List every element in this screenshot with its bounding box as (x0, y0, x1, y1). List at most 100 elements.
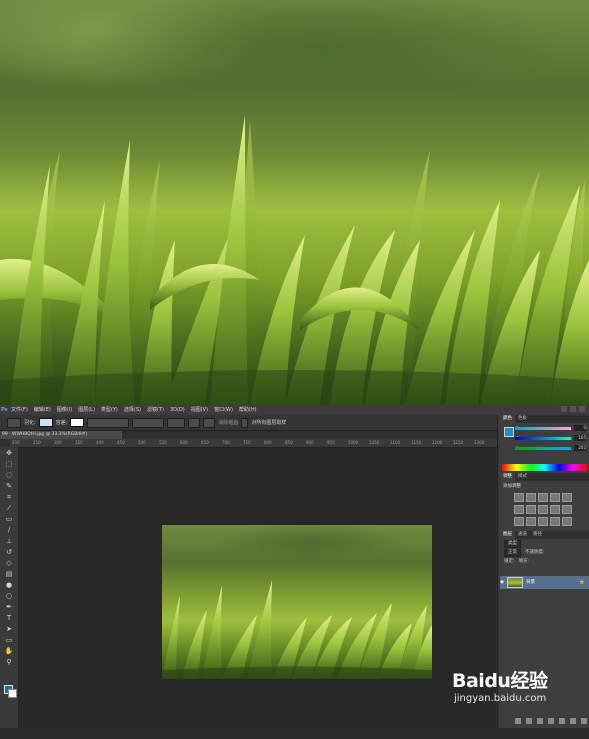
add-mask-icon[interactable] (537, 718, 543, 724)
posterize-icon[interactable] (526, 517, 536, 526)
menu-select[interactable]: 选择(S) (121, 405, 144, 415)
move-tool-icon[interactable]: ✥ (3, 448, 15, 458)
menu-help[interactable]: 帮助(H) (236, 405, 260, 415)
new-fill-icon[interactable] (548, 718, 554, 724)
layer-kind-filter[interactable]: 类型 (504, 539, 521, 548)
tab-channels[interactable]: 通道 (515, 531, 530, 539)
red-slider[interactable] (515, 427, 571, 430)
stroke-swatch[interactable] (70, 418, 85, 427)
document-tab[interactable]: 99 · WWH8QtH.jpg @ 33.3%(RGB/8#) (0, 431, 122, 439)
close-button[interactable] (579, 406, 585, 412)
gradient-map-icon[interactable] (550, 517, 560, 526)
black-white-icon[interactable] (538, 505, 548, 514)
menu-window[interactable]: 窗口(W) (211, 405, 236, 415)
pen-tool-icon[interactable]: ✒ (3, 602, 15, 612)
lock-row: 锁定: 填充: (500, 557, 589, 566)
ruler-tick-label: 550 (159, 440, 167, 445)
sample-all-label: 对所有图层取样 (251, 420, 287, 426)
fill-swatch[interactable] (38, 418, 53, 427)
menu-edit[interactable]: 编辑(E) (31, 405, 54, 415)
ruler-tick-label: 650 (201, 440, 209, 445)
invert-icon[interactable] (514, 517, 524, 526)
blend-mode-select[interactable]: 正常 (504, 548, 521, 557)
dodge-tool-icon[interactable]: ○ (3, 591, 15, 601)
align-button[interactable] (188, 417, 201, 428)
tab-swatches[interactable]: 色板 (515, 415, 530, 423)
adjustments-panel: 添加调整 (500, 481, 589, 531)
hue-saturation-icon[interactable] (514, 505, 524, 514)
eraser-tool-icon[interactable]: ◇ (3, 558, 15, 568)
tab-paths[interactable]: 路径 (530, 531, 545, 539)
color-panel-foreground[interactable] (504, 427, 514, 437)
photo-filter-icon[interactable] (550, 505, 560, 514)
type-tool-icon[interactable]: T (3, 613, 15, 623)
visibility-eye-icon[interactable]: ◉ (500, 576, 504, 589)
link-layers-icon[interactable] (515, 718, 521, 724)
antialias-label[interactable]: 消除锯齿 (218, 419, 238, 426)
menu-view[interactable]: 视图(V) (188, 405, 211, 415)
gradient-tool-icon[interactable]: ▤ (3, 569, 15, 579)
blur-tool-icon[interactable]: ● (3, 580, 15, 590)
layers-panel-tabs: 图层 通道 路径 (500, 531, 589, 539)
menu-3d[interactable]: 3D(D) (167, 405, 188, 415)
grass-blades-illustration (0, 115, 589, 405)
ruler-tick-label: 1250 (453, 440, 464, 445)
eyedropper-tool-icon[interactable]: ⁄ (3, 503, 15, 513)
green-value[interactable]: 165 (574, 435, 586, 441)
levels-icon[interactable] (526, 493, 536, 502)
channel-mixer-icon[interactable] (562, 505, 572, 514)
sample-checkbox[interactable] (241, 417, 249, 428)
tab-adjustments[interactable]: 调整 (500, 473, 515, 481)
background-color-swatch[interactable] (8, 689, 17, 698)
maximize-button[interactable] (570, 406, 576, 412)
crop-tool-icon[interactable]: ⌗ (3, 492, 15, 502)
lasso-tool-icon[interactable]: ◌ (3, 470, 15, 480)
delete-layer-icon[interactable] (581, 718, 587, 724)
new-group-icon[interactable] (559, 718, 565, 724)
width-field[interactable] (87, 417, 130, 428)
healing-brush-tool-icon[interactable]: ▭ (3, 514, 15, 524)
shape-tool-icon[interactable]: ▭ (3, 635, 15, 645)
red-value[interactable]: 0 (574, 425, 586, 431)
menu-type[interactable]: 类型(Y) (98, 405, 121, 415)
path-selection-tool-icon[interactable]: ➤ (3, 624, 15, 634)
menu-layer[interactable]: 图层(L) (75, 405, 98, 415)
curves-icon[interactable] (538, 493, 548, 502)
tab-color[interactable]: 颜色 (500, 415, 515, 423)
tool-preset-picker[interactable] (7, 417, 21, 428)
brush-tool-icon[interactable]: ∕ (3, 525, 15, 535)
green-slider[interactable] (515, 437, 571, 440)
ruler-tick-label: 200 (12, 440, 20, 445)
clone-stamp-tool-icon[interactable]: ⊥ (3, 536, 15, 546)
new-layer-icon[interactable] (570, 718, 576, 724)
menu-file[interactable]: 文件(F) (8, 405, 31, 415)
hand-tool-icon[interactable]: ✋ (3, 646, 15, 656)
blue-slider[interactable] (515, 447, 571, 450)
menu-image[interactable]: 图像(I) (54, 405, 75, 415)
tab-styles[interactable]: 样式 (515, 473, 530, 481)
document-canvas[interactable] (162, 525, 432, 679)
exposure-icon[interactable] (550, 493, 560, 502)
color-balance-icon[interactable] (526, 505, 536, 514)
blue-value[interactable]: 202 (574, 445, 586, 451)
minimize-button[interactable] (561, 406, 567, 412)
canvas-area[interactable] (19, 448, 496, 728)
layer-background[interactable]: ◉ 背景 🔒 (500, 576, 589, 589)
add-style-icon[interactable] (526, 718, 532, 724)
quick-select-tool-icon[interactable]: ✎ (3, 481, 15, 491)
ruler-tick-label: 900 (306, 440, 314, 445)
tab-layers[interactable]: 图层 (500, 531, 515, 539)
threshold-icon[interactable] (538, 517, 548, 526)
zoom-tool-icon[interactable]: ⚲ (3, 657, 15, 667)
color-spectrum[interactable] (502, 464, 587, 471)
menu-filter[interactable]: 滤镜(T) (144, 405, 167, 415)
brightness-contrast-icon[interactable] (514, 493, 524, 502)
vibrance-icon[interactable] (562, 493, 572, 502)
layer-name: 背景 (526, 580, 535, 585)
arrange-button[interactable] (203, 417, 216, 428)
height-field[interactable] (132, 417, 165, 428)
path-ops-button[interactable] (167, 417, 186, 428)
selective-color-icon[interactable] (562, 517, 572, 526)
marquee-tool-icon[interactable]: ⬚ (3, 459, 15, 469)
history-brush-tool-icon[interactable]: ↺ (3, 547, 15, 557)
